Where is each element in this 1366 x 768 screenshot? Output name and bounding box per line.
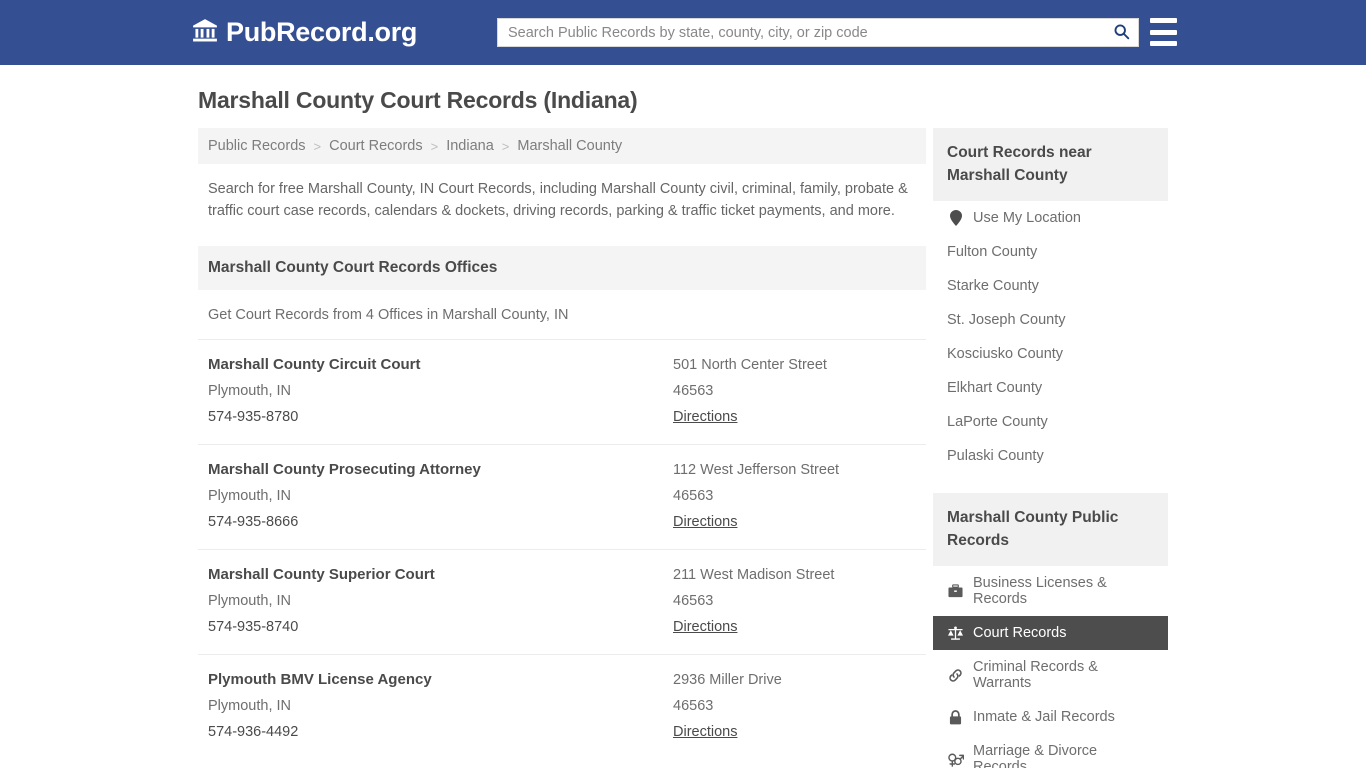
office-details: Marshall County Prosecuting Attorney Ply… (208, 457, 673, 535)
sidebar: Court Records near Marshall County Use M… (933, 128, 1168, 768)
office-phone: 574-936-4492 (208, 724, 299, 740)
office-row: Marshall County Circuit Court Plymouth, … (198, 339, 926, 444)
office-details: Marshall County Superior Court Plymouth,… (208, 562, 673, 640)
sidebar-item-label: Criminal Records & Warrants (973, 659, 1098, 691)
sidebar-item-use-my-location[interactable]: Use My Location (933, 201, 1168, 235)
offices-section-note: Get Court Records from 4 Offices in Mars… (208, 307, 569, 323)
map-pin-icon (947, 210, 964, 226)
breadcrumb-item-public-records[interactable]: Public Records (208, 138, 306, 154)
padlock-icon (947, 709, 964, 725)
office-street: 112 West Jefferson Street (673, 462, 840, 478)
sidebar-item-label: Use My Location (973, 210, 1081, 226)
directions-link[interactable]: Directions (673, 509, 737, 535)
sidebar-item-label: St. Joseph County (947, 312, 1066, 328)
sidebar-item-starke-county[interactable]: Starke County (933, 269, 1168, 303)
directions-link[interactable]: Directions (673, 404, 737, 430)
main-content: Public Records > Court Records > Indiana… (198, 128, 926, 768)
directions-link[interactable]: Directions (673, 719, 737, 745)
search-icon (1113, 23, 1130, 43)
office-name: Marshall County Circuit Court (208, 356, 421, 373)
office-name: Marshall County Prosecuting Attorney (208, 461, 481, 478)
office-city: Plymouth, IN (208, 698, 291, 714)
office-phone: 574-935-8780 (208, 409, 299, 425)
sidebar-item-inmate-jail-records[interactable]: Inmate & Jail Records (933, 700, 1168, 734)
brand-name: PubRecord.org (226, 17, 418, 47)
sidebar-item-pulaski-county[interactable]: Pulaski County (933, 439, 1168, 473)
page-intro-text: Search for free Marshall County, IN Cour… (208, 181, 908, 219)
office-street: 2936 Miller Drive (673, 672, 782, 688)
sidebar-item-laporte-county[interactable]: LaPorte County (933, 405, 1168, 439)
briefcase-icon (947, 584, 964, 598)
office-street: 211 West Madison Street (673, 567, 835, 583)
office-phone: 574-935-8666 (208, 514, 299, 530)
search-bar[interactable] (497, 18, 1139, 47)
office-city: Plymouth, IN (208, 488, 291, 504)
sidebar-item-criminal-records[interactable]: Criminal Records & Warrants (933, 650, 1168, 700)
sidebar-item-label: Fulton County (947, 244, 1038, 260)
sidebar-item-label: Pulaski County (947, 448, 1044, 464)
sidebar-item-marriage-divorce-records[interactable]: Marriage & Divorce Records (933, 734, 1168, 768)
office-city: Plymouth, IN (208, 383, 291, 399)
breadcrumb-item-indiana[interactable]: Indiana (446, 138, 494, 154)
office-phone: 574-935-8740 (208, 619, 299, 635)
chain-link-icon (947, 668, 964, 683)
sidebar-item-elkhart-county[interactable]: Elkhart County (933, 371, 1168, 405)
breadcrumb-separator: > (430, 138, 439, 154)
office-address: 112 West Jefferson Street 46563 Directio… (673, 457, 916, 535)
sidebar-item-label: Elkhart County (947, 380, 1043, 396)
scales-of-justice-icon (947, 625, 964, 641)
office-zip: 46563 (673, 698, 714, 714)
breadcrumb: Public Records > Court Records > Indiana… (198, 128, 926, 164)
office-street: 501 North Center Street (673, 357, 827, 373)
office-address: 2936 Miller Drive 46563 Directions (673, 667, 916, 745)
office-address: 501 North Center Street 46563 Directions (673, 352, 916, 430)
sidebar-item-label: Starke County (947, 278, 1039, 294)
sidebar-item-label: Marriage & Divorce Records (973, 743, 1098, 768)
sidebar-item-st-joseph-county[interactable]: St. Joseph County (933, 303, 1168, 337)
sidebar-item-label: LaPorte County (947, 414, 1048, 430)
search-input[interactable] (498, 19, 1104, 46)
sidebar-item-label: Kosciusko County (947, 346, 1064, 362)
breadcrumb-separator: > (313, 138, 322, 154)
sidebar-item-kosciusko-county[interactable]: Kosciusko County (933, 337, 1168, 371)
sidebar-item-business-licenses[interactable]: Business Licenses & Records (933, 566, 1168, 616)
venus-mars-icon (947, 752, 964, 767)
office-name: Marshall County Superior Court (208, 566, 435, 583)
breadcrumb-item-court-records[interactable]: Court Records (329, 138, 422, 154)
hamburger-menu-icon[interactable] (1150, 18, 1177, 46)
office-row: Plymouth BMV License Agency Plymouth, IN… (198, 654, 926, 759)
sidebar-item-court-records[interactable]: Court Records (933, 616, 1168, 650)
page-body: Marshall County Court Records (Indiana) … (0, 65, 1366, 768)
sidebar-nearby-list: Use My Location Fulton County Starke Cou… (933, 201, 1168, 473)
sidebar-item-label: Inmate & Jail Records (973, 709, 1115, 725)
bank-building-icon (192, 17, 218, 48)
page-title: Marshall County Court Records (Indiana) (198, 87, 638, 113)
office-city: Plymouth, IN (208, 593, 291, 609)
site-header: PubRecord.org (0, 0, 1366, 65)
office-zip: 46563 (673, 488, 714, 504)
site-logo[interactable]: PubRecord.org (192, 17, 417, 48)
sidebar-public-records-list: Business Licenses & Records Court Record… (933, 566, 1168, 768)
breadcrumb-separator: > (501, 138, 510, 154)
sidebar-public-records-heading: Marshall County Public Records (933, 493, 1168, 566)
sidebar-item-label: Business Licenses & Records (973, 575, 1107, 607)
sidebar-item-label: Court Records (973, 625, 1067, 641)
sidebar-nearby-heading: Court Records near Marshall County (933, 128, 1168, 201)
office-row: Marshall County Superior Court Plymouth,… (198, 549, 926, 654)
office-details: Plymouth BMV License Agency Plymouth, IN… (208, 667, 673, 745)
search-button[interactable] (1104, 19, 1138, 46)
breadcrumb-item-marshall-county[interactable]: Marshall County (517, 138, 622, 154)
offices-section-heading: Marshall County Court Records Offices (198, 246, 926, 290)
office-zip: 46563 (673, 383, 714, 399)
office-address: 211 West Madison Street 46563 Directions (673, 562, 916, 640)
office-details: Marshall County Circuit Court Plymouth, … (208, 352, 673, 430)
sidebar-item-fulton-county[interactable]: Fulton County (933, 235, 1168, 269)
office-name: Plymouth BMV License Agency (208, 671, 432, 688)
office-zip: 46563 (673, 593, 714, 609)
directions-link[interactable]: Directions (673, 614, 737, 640)
office-row: Marshall County Prosecuting Attorney Ply… (198, 444, 926, 549)
